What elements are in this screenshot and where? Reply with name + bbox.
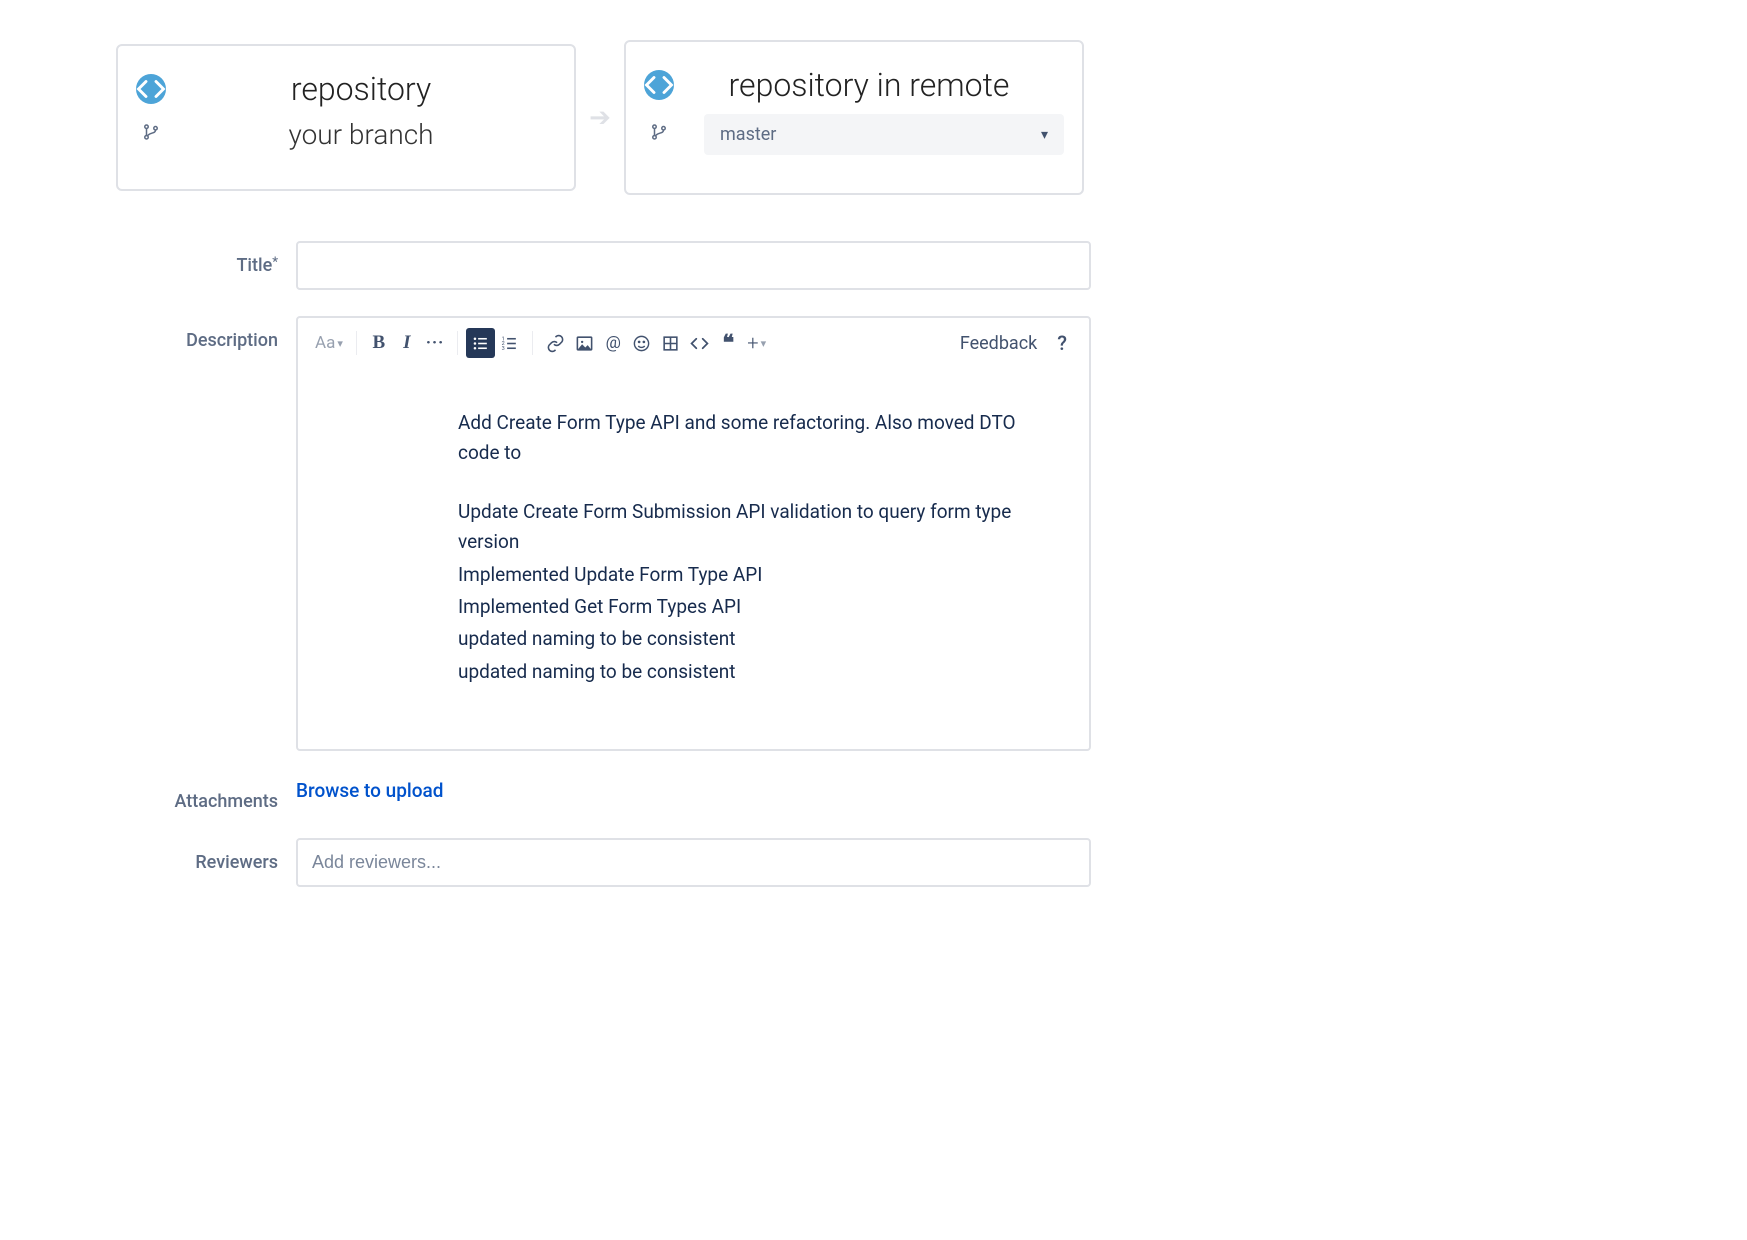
branch-icon — [136, 123, 166, 146]
toolbar-separator — [457, 331, 458, 355]
svg-text:3: 3 — [502, 345, 505, 351]
attachments-label: Attachments — [116, 777, 296, 812]
target-branch-select[interactable]: master ▾ — [704, 114, 1064, 155]
arrow-right-icon: ➔ — [576, 103, 624, 133]
italic-button[interactable]: I — [393, 328, 421, 358]
source-repo-card: repository your branch — [116, 44, 576, 191]
title-input[interactable] — [296, 241, 1091, 290]
description-label: Description — [116, 316, 296, 351]
reviewers-input[interactable] — [296, 838, 1091, 887]
source-repo-name[interactable]: repository — [166, 70, 556, 108]
image-button[interactable] — [570, 328, 599, 358]
source-branch-name[interactable]: your branch — [166, 118, 556, 151]
description-line: Implemented Get Form Types API — [458, 592, 1059, 622]
branch-icon — [644, 123, 674, 146]
chevron-down-icon: ▾ — [1041, 127, 1048, 143]
code-icon — [644, 70, 674, 100]
text-styles-button[interactable]: Aa▾ — [310, 328, 348, 358]
browse-upload-link[interactable]: Browse to upload — [296, 777, 443, 802]
title-label: Title* — [116, 241, 296, 276]
table-button[interactable] — [656, 328, 685, 358]
quote-button[interactable]: ❝ — [714, 328, 742, 358]
bold-button[interactable]: B — [365, 328, 393, 358]
bullet-list-button[interactable] — [466, 328, 495, 358]
code-icon — [136, 74, 166, 104]
numbered-list-button[interactable]: 123 — [495, 328, 524, 358]
target-repo-card: repository in remote master ▾ — [624, 40, 1084, 195]
more-formatting-button[interactable]: ··· — [421, 328, 449, 358]
target-branch-selected: master — [720, 124, 776, 145]
toolbar-separator — [532, 331, 533, 355]
help-button[interactable]: ? — [1047, 331, 1077, 355]
code-button[interactable] — [685, 328, 714, 358]
description-line: updated naming to be consistent — [458, 657, 1059, 687]
feedback-button[interactable]: Feedback — [950, 333, 1047, 354]
description-line: updated naming to be consistent — [458, 624, 1059, 654]
target-repo-name[interactable]: repository in remote — [674, 66, 1064, 104]
link-button[interactable] — [541, 328, 570, 358]
description-line: Update Create Form Submission API valida… — [458, 497, 1059, 558]
description-editor: Aa▾ B I ··· 123 — [296, 316, 1091, 751]
editor-toolbar: Aa▾ B I ··· 123 — [298, 318, 1089, 368]
chevron-down-icon: ▾ — [337, 337, 343, 350]
emoji-button[interactable] — [627, 328, 656, 358]
chevron-down-icon: ▾ — [761, 337, 767, 350]
mention-button[interactable]: @ — [599, 328, 627, 358]
description-line: Implemented Update Form Type API — [458, 560, 1059, 590]
description-textarea[interactable]: Add Create Form Type API and some refact… — [298, 368, 1089, 749]
reviewers-label: Reviewers — [116, 838, 296, 873]
branch-selection-row: repository your branch ➔ repository in r… — [116, 40, 1687, 195]
description-line: Add Create Form Type API and some refact… — [458, 408, 1059, 469]
toolbar-separator — [356, 331, 357, 355]
create-pull-request-form: repository your branch ➔ repository in r… — [0, 0, 1747, 953]
insert-more-button[interactable]: +▾ — [742, 328, 771, 358]
